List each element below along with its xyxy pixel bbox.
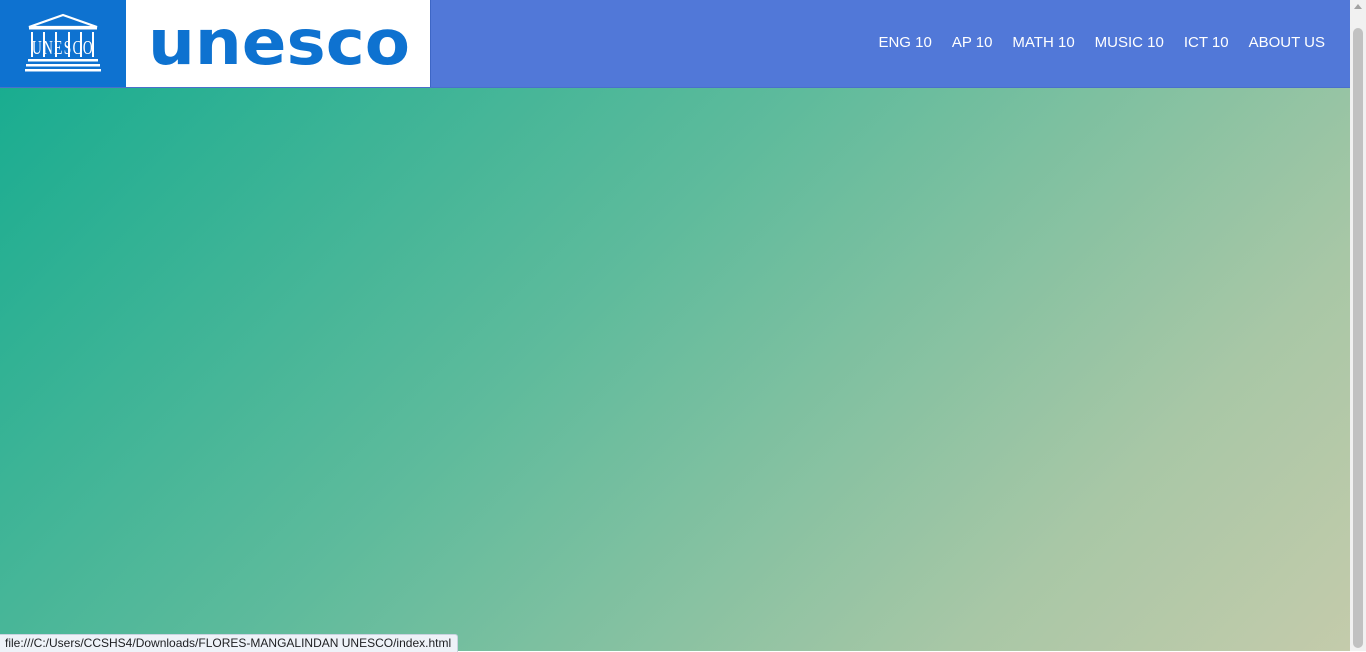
vertical-scrollbar[interactable] [1350,0,1366,651]
nav-math-10[interactable]: MATH 10 [1012,34,1074,52]
site-header: UNESCO unesco ENG 10 AP 10 MATH 10 MUSIC… [0,0,1350,88]
unesco-wordmark-logo[interactable]: unesco [126,0,431,87]
wordmark-text: unesco [148,12,410,74]
nav-eng-10[interactable]: ENG 10 [878,34,931,52]
status-bar-url: file:///C:/Users/CCSHS4/Downloads/FLORES… [0,634,459,652]
page-background: UNESCO unesco ENG 10 AP 10 MATH 10 MUSIC… [0,0,1350,651]
emblem-text: UNESCO [32,37,94,59]
nav-ict-10[interactable]: ICT 10 [1184,34,1229,52]
main-nav: ENG 10 AP 10 MATH 10 MUSIC 10 ICT 10 ABO… [858,34,1325,52]
scroll-up-arrow-icon[interactable] [1354,4,1362,9]
nav-about-us[interactable]: ABOUT US [1249,34,1325,52]
nav-music-10[interactable]: MUSIC 10 [1095,34,1164,52]
scrollbar-thumb[interactable] [1353,28,1363,648]
unesco-temple-icon[interactable]: UNESCO [0,0,126,87]
nav-ap-10[interactable]: AP 10 [952,34,993,52]
